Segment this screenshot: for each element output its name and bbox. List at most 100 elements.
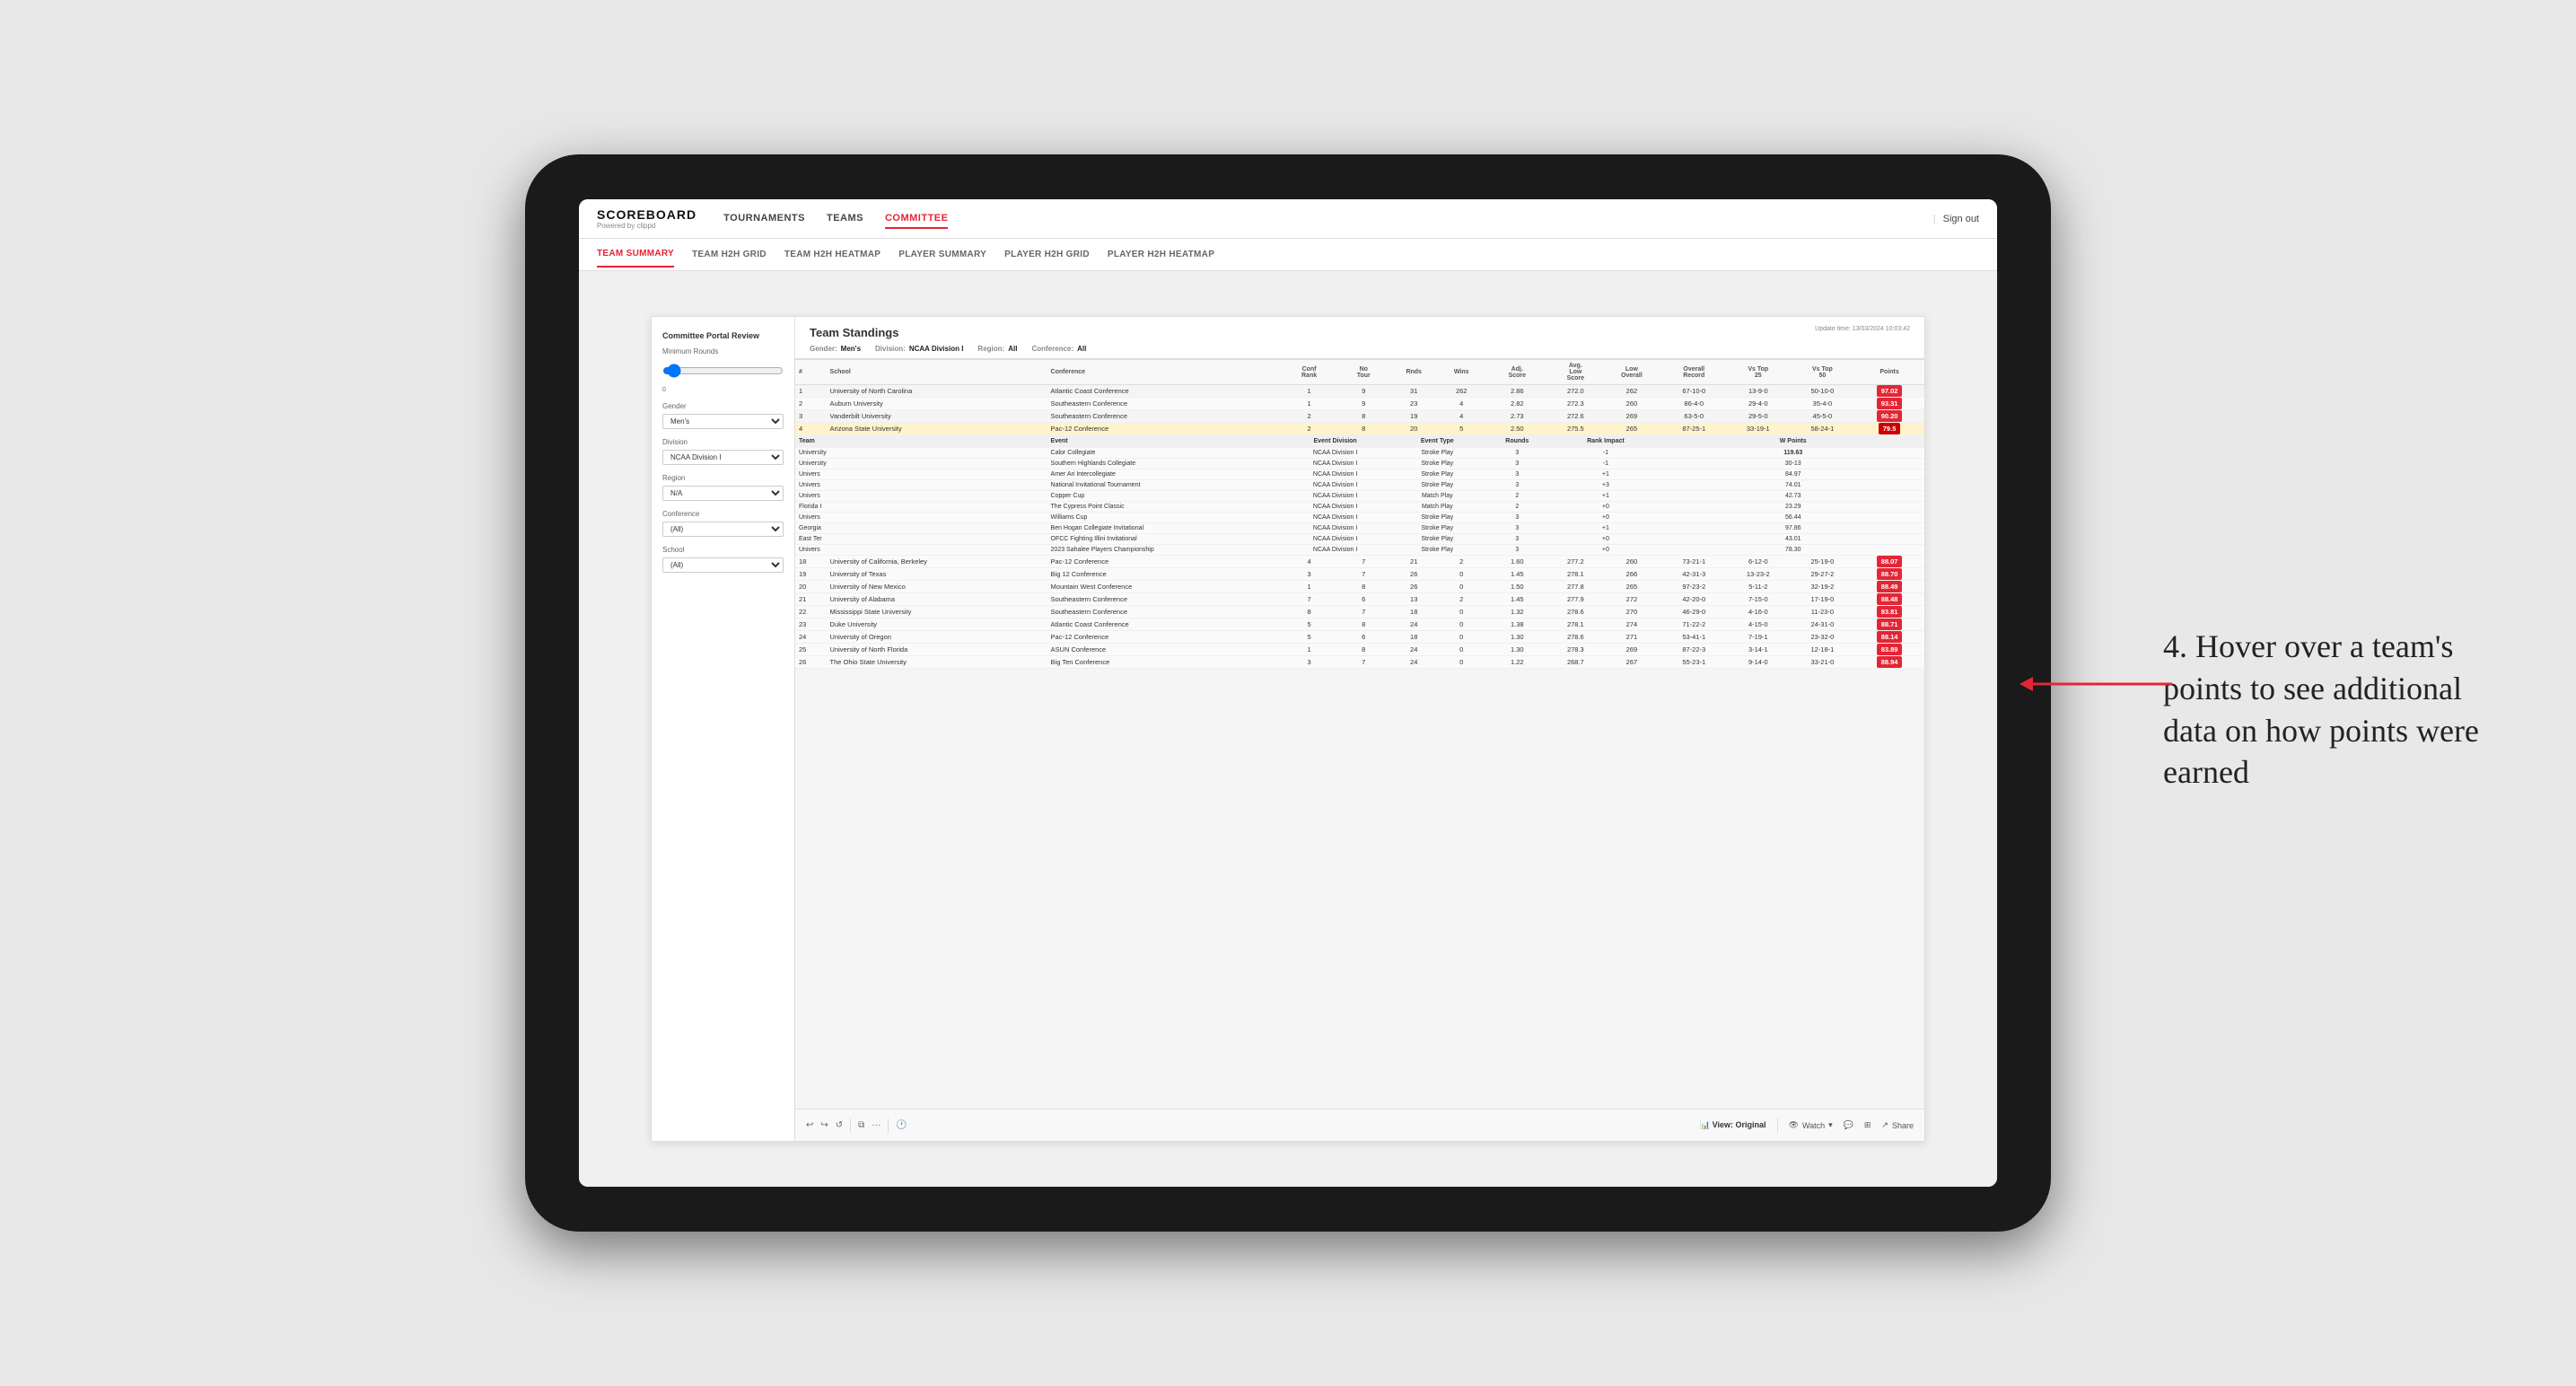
min-rounds-value: 0 [662,387,784,393]
undo-icon[interactable]: ↩ [806,1120,813,1130]
expand-button[interactable]: ⊞ [1864,1120,1871,1130]
tooltip-row: Georgia Ben Hogan Collegiate Invitationa… [795,523,1924,534]
gender-label: Gender [662,402,784,410]
toolbar-left: ↩ ↪ ↺ ⧉ ··· 🕐 [806,1118,907,1133]
col-conf-rank: ConfRank [1281,360,1337,385]
points-value[interactable]: 88.94 [1877,656,1903,668]
tab-player-h2h-grid[interactable]: PLAYER H2H GRID [1004,242,1090,267]
gender-select[interactable]: Men's [662,414,784,429]
copy-icon[interactable]: ⧉ [858,1120,864,1130]
table-row: 2 Auburn University Southeastern Confere… [795,398,1924,410]
division-filter-value: NCAA Division I [909,345,964,353]
points-value[interactable]: 88.49 [1877,581,1903,592]
table-row: 26 The Ohio State University Big Ten Con… [795,656,1924,669]
clock-icon[interactable]: 🕐 [896,1120,907,1130]
col-record: OverallRecord [1661,360,1726,385]
toolbar-divider-1 [850,1118,851,1133]
tooltip-row: Univers Amer Ari Intercollegiate NCAA Di… [795,469,1924,480]
points-value[interactable]: 88.14 [1877,631,1903,643]
sidebar-title: Committee Portal Review [662,331,784,340]
nav-committee[interactable]: COMMITTEE [885,209,949,229]
tab-bar: TEAM SUMMARY TEAM H2H GRID TEAM H2H HEAT… [579,239,1997,271]
tooltip-row: Florida I The Cypress Point Classic NCAA… [795,502,1924,513]
col-no-tour: NoTour [1337,360,1389,385]
points-value[interactable]: 90.20 [1877,410,1903,422]
share-button[interactable]: ↗ Share [1881,1120,1914,1130]
table-row: 25 University of North Florida ASUN Conf… [795,644,1924,656]
filters-row: Gender: Men's Division: NCAA Division I … [810,345,1086,353]
table-row: 24 University of Oregon Pac-12 Conferenc… [795,631,1924,644]
bottom-toolbar: ↩ ↪ ↺ ⧉ ··· 🕐 📊 View: Original [795,1109,1924,1141]
sidebar-min-rounds: Minimum Rounds 0 [662,347,784,393]
region-filter: Region: All [977,345,1017,353]
table-row: 21 University of Alabama Southeastern Co… [795,593,1924,606]
region-label: Region [662,474,784,482]
conference-select[interactable]: (All) [662,522,784,537]
tab-team-h2h-heatmap[interactable]: TEAM H2H HEATMAP [784,242,881,267]
col-vs-top50: Vs Top50 [1791,360,1855,385]
division-select[interactable]: NCAA Division I [662,450,784,465]
points-value[interactable]: 88.48 [1877,593,1903,605]
min-rounds-label: Minimum Rounds [662,347,784,355]
nav-divider: | [1933,214,1936,224]
sidebar-school: School (All) [662,546,784,573]
points-value[interactable]: 83.89 [1877,644,1903,655]
points-value[interactable]: 88.70 [1877,568,1903,580]
tooltip-row: Univers Copper Cup NCAA Division I Match… [795,491,1924,502]
scrollable-table[interactable]: # School Conference ConfRank NoTour Rnds… [795,359,1924,1109]
standings-table: # School Conference ConfRank NoTour Rnds… [795,359,1924,669]
standings-title: Team Standings [810,326,1086,339]
gender-filter-value: Men's [841,345,861,353]
gender-filter: Gender: Men's [810,345,861,353]
feedback-button[interactable]: 💬 [1844,1120,1853,1130]
table-row: 20 University of New Mexico Mountain Wes… [795,581,1924,593]
table-row: 18 University of California, Berkeley Pa… [795,556,1924,568]
tooltip-row: Univers 2023 Sahalee Players Championshi… [795,545,1924,556]
min-rounds-input[interactable] [662,361,784,381]
refresh-icon[interactable]: ↺ [836,1120,843,1130]
nav-bar: SCOREBOARD Powered by clippd TOURNAMENTS… [579,199,1997,239]
tooltip-row: University Calor Collegiate NCAA Divisio… [795,448,1924,459]
watch-button[interactable]: 👁 Watch ▾ [1789,1120,1833,1130]
table-row: 19 University of Texas Big 12 Conference… [795,568,1924,581]
nav-teams[interactable]: TEAMS [827,209,863,229]
toolbar-divider-3 [1777,1118,1778,1133]
col-school: School [827,360,1047,385]
tab-team-h2h-grid[interactable]: TEAM H2H GRID [692,242,767,267]
region-select[interactable]: N/A [662,486,784,501]
tooltip-header-row: Team Event Event Division Event Type Rou… [795,435,1924,448]
col-low-overall: LowOverall [1601,360,1661,385]
col-avg-low: Avg.LowScore [1549,360,1601,385]
more-icon[interactable]: ··· [872,1120,881,1130]
table-row: 3 Vanderbilt University Southeastern Con… [795,410,1924,423]
col-rnds: Rnds [1389,360,1438,385]
school-select[interactable]: (All) [662,557,784,573]
points-value-highlighted[interactable]: 79.5 [1879,423,1901,434]
sidebar-gender: Gender Men's [662,402,784,429]
tab-team-summary[interactable]: TEAM SUMMARY [597,241,674,268]
points-value[interactable]: 83.81 [1877,606,1903,618]
points-value[interactable]: 97.02 [1877,385,1903,397]
redo-icon[interactable]: ↪ [820,1120,828,1130]
nav-tournaments[interactable]: TOURNAMENTS [723,209,805,229]
tooltip-row: Univers Williams Cup NCAA Division I Str… [795,513,1924,523]
table-row: 22 Mississippi State University Southeas… [795,606,1924,618]
table-row: 1 University of North Carolina Atlantic … [795,385,1924,398]
sign-out-button[interactable]: Sign out [1943,214,1979,224]
table-header-row: # School Conference ConfRank NoTour Rnds… [795,360,1924,385]
app-panel: Committee Portal Review Minimum Rounds 0… [651,316,1925,1142]
annotation-text: 4. Hover over a team's points to see add… [2163,626,2504,794]
view-label: 📊 View: Original [1700,1120,1766,1130]
tablet-frame: SCOREBOARD Powered by clippd TOURNAMENTS… [525,154,2051,1232]
portal-header: Team Standings Gender: Men's Division: N… [795,317,1924,359]
points-value[interactable]: 88.07 [1877,556,1903,567]
main-content: Committee Portal Review Minimum Rounds 0… [579,271,1997,1187]
points-value[interactable]: 93.31 [1877,398,1903,409]
table-row: 23 Duke University Atlantic Coast Confer… [795,618,1924,631]
tab-player-summary[interactable]: PLAYER SUMMARY [898,242,986,267]
tab-player-h2h-heatmap[interactable]: PLAYER H2H HEATMAP [1108,242,1214,267]
annotation-container: 4. Hover over a team's points to see add… [2163,626,2504,794]
division-filter: Division: NCAA Division I [875,345,963,353]
col-wins: Wins [1438,360,1485,385]
points-value[interactable]: 88.71 [1877,618,1903,630]
